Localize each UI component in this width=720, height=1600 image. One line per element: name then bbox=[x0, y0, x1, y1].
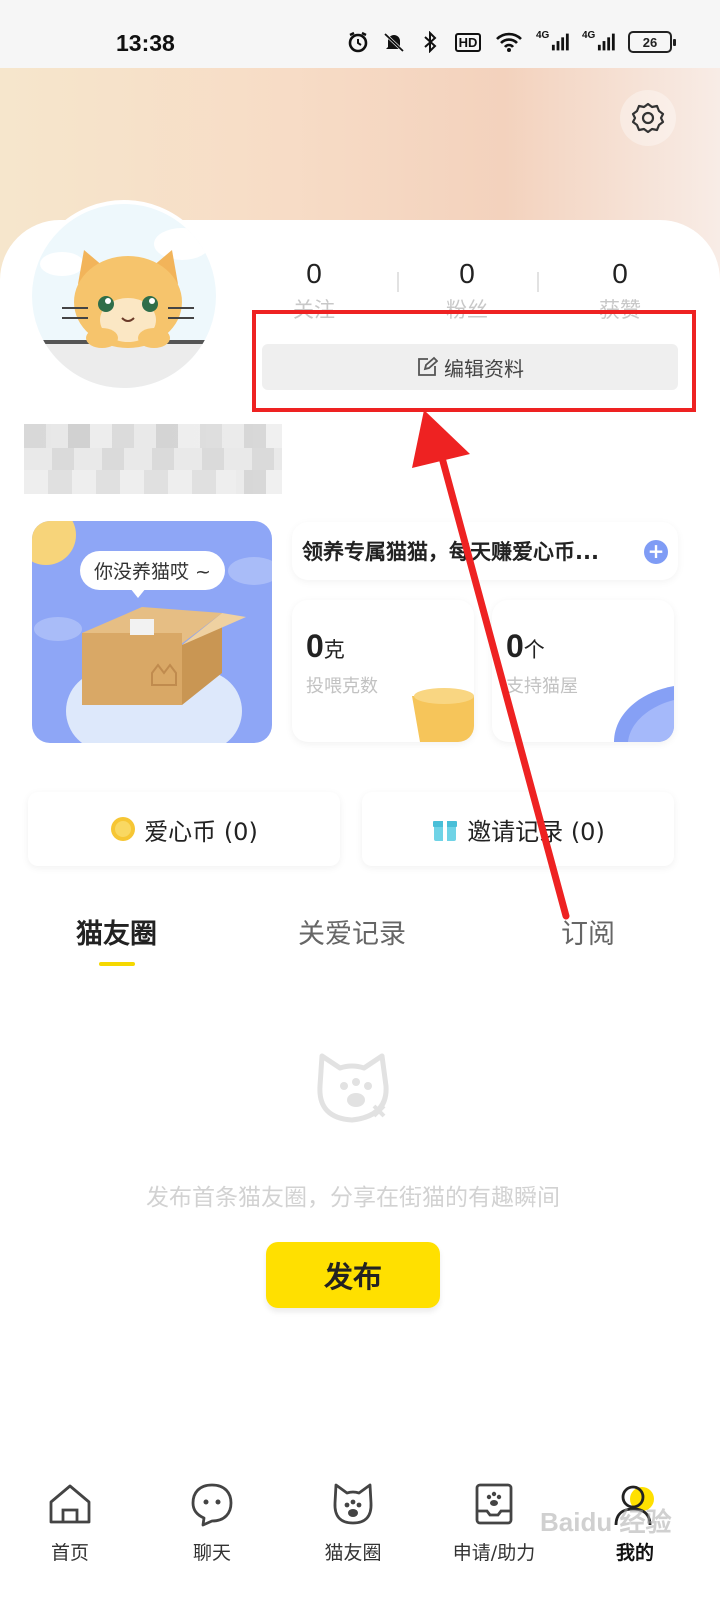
invite-records-label: 邀请记录 (0) bbox=[467, 817, 605, 846]
signal-icon: 4G bbox=[536, 30, 570, 54]
wifi-icon bbox=[494, 30, 524, 54]
username-mosaic bbox=[24, 424, 282, 494]
nav-cat-circle-label: 猫友圈 bbox=[324, 1542, 382, 1564]
net1-label: 4G bbox=[536, 30, 550, 41]
cat-house-icon bbox=[614, 686, 674, 742]
status-time: 13:38 bbox=[116, 30, 175, 56]
invite-records-button[interactable]: 邀请记录 (0) bbox=[362, 792, 674, 866]
bluetooth-icon bbox=[418, 30, 442, 54]
support-house-value: 0个 bbox=[506, 628, 545, 664]
feed-grams-card[interactable]: 0克 投喂克数 bbox=[292, 600, 474, 742]
following-count: 0 bbox=[306, 258, 322, 289]
adopt-promo-banner[interactable]: 领养专属猫猫，每天赚爱心币... + bbox=[292, 522, 678, 580]
tab-care-records[interactable]: 关爱记录 bbox=[298, 912, 406, 951]
love-coins-label: 爱心币 (0) bbox=[144, 817, 258, 846]
apply-icon bbox=[464, 1474, 524, 1534]
coin-icon bbox=[111, 817, 136, 841]
signal-icon: 4G bbox=[582, 30, 616, 54]
mute-icon bbox=[382, 30, 406, 54]
nav-home[interactable]: 首页 bbox=[10, 1474, 130, 1565]
hd-label: HD bbox=[454, 32, 482, 52]
battery-icon: 26 bbox=[628, 31, 676, 53]
fans-count: 0 bbox=[459, 258, 475, 289]
battery-level: 26 bbox=[642, 34, 658, 50]
add-icon[interactable]: + bbox=[644, 540, 668, 564]
adopt-cat-card[interactable]: 你没养猫哎 ~ bbox=[32, 521, 272, 743]
active-tab-indicator bbox=[99, 962, 135, 966]
annotation-highlight-box bbox=[252, 310, 696, 412]
feed-grams-value: 0克 bbox=[306, 628, 345, 664]
nav-apply-label: 申请/助力 bbox=[452, 1542, 536, 1564]
avatar[interactable] bbox=[28, 200, 220, 392]
cat-circle-icon bbox=[323, 1474, 383, 1534]
tab-subscribe[interactable]: 订阅 bbox=[561, 912, 615, 951]
support-house-label: 支持猫屋 bbox=[506, 676, 578, 697]
nav-cat-circle[interactable]: 猫友圈 bbox=[293, 1474, 413, 1565]
home-icon bbox=[40, 1474, 100, 1534]
food-bowl-icon bbox=[412, 688, 474, 742]
nav-apply[interactable]: 申请/助力 bbox=[434, 1474, 554, 1565]
promo-text: 领养专属猫猫，每天赚爱心币... bbox=[302, 540, 599, 564]
status-bar: 13:38 HD 4G 4G 26 bbox=[0, 0, 720, 68]
empty-cat-icon bbox=[317, 1053, 389, 1123]
settings-button[interactable] bbox=[620, 90, 676, 146]
publish-button[interactable]: 发布 bbox=[266, 1242, 440, 1308]
tab-cat-friends[interactable]: 猫友圈 bbox=[76, 912, 157, 951]
support-house-card[interactable]: 0个 支持猫屋 bbox=[492, 600, 674, 742]
net2-label: 4G bbox=[582, 30, 596, 41]
empty-state-text: 发布首条猫友圈，分享在街猫的有趣瞬间 bbox=[146, 1185, 560, 1211]
alarm-icon bbox=[346, 30, 370, 54]
love-coins-button[interactable]: 爱心币 (0) bbox=[28, 792, 340, 866]
nav-home-label: 首页 bbox=[50, 1542, 89, 1564]
chat-icon bbox=[182, 1474, 242, 1534]
baidu-watermark: Baidu 经验 bbox=[540, 1507, 672, 1537]
nav-profile-label: 我的 bbox=[615, 1542, 654, 1564]
gear-icon bbox=[631, 102, 665, 134]
feed-grams-label: 投喂克数 bbox=[306, 676, 378, 697]
stat-divider bbox=[537, 272, 539, 292]
gift-box-icon bbox=[433, 821, 458, 841]
nav-chat[interactable]: 聊天 bbox=[152, 1474, 272, 1565]
likes-count: 0 bbox=[612, 258, 628, 289]
nav-chat-label: 聊天 bbox=[192, 1542, 231, 1564]
hd-icon: HD bbox=[454, 30, 482, 54]
adopt-speech-bubble: 你没养猫哎 ~ bbox=[80, 551, 225, 598]
status-icons: HD 4G 4G 26 bbox=[346, 30, 676, 54]
